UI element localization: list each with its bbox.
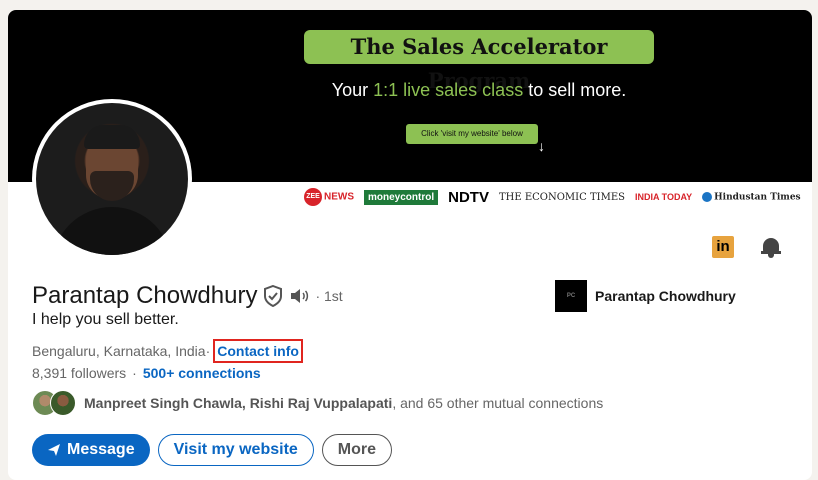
mutual-connections[interactable]: Manpreet Singh Chawla, Rishi Raj Vuppala… xyxy=(32,390,603,416)
profile-stats: 8,391 followers · 500+ connections xyxy=(32,365,261,381)
profile-actions: Message Visit my website More xyxy=(32,434,393,466)
banner-subtitle: Your 1:1 live sales class to sell more. xyxy=(304,80,654,101)
india-today-logo: INDIA TODAY xyxy=(634,192,693,202)
press-logos: ZEE NEWS moneycontrol NDTV THE ECONOMIC T… xyxy=(304,186,804,208)
banner-cta: Click 'visit my website' below xyxy=(406,124,538,144)
contact-info-link[interactable]: Contact info xyxy=(213,339,303,363)
ht-logo-mark xyxy=(702,191,713,202)
economic-times-logo: THE ECONOMIC TIMES xyxy=(498,191,625,203)
banner-arrow-icon: ↓ xyxy=(538,138,545,154)
profile-action-icons: in xyxy=(712,236,782,258)
hindustan-times-logo: Hindustan Times xyxy=(702,191,801,203)
mutual-rest: , and 65 other mutual connections xyxy=(392,395,604,411)
send-icon xyxy=(48,444,60,456)
followers-count[interactable]: 8,391 followers xyxy=(32,365,126,381)
company-logo: PC xyxy=(555,280,587,312)
current-company[interactable]: PC Parantap Chowdhury xyxy=(555,280,736,312)
banner-subtitle-highlight: 1:1 live sales class xyxy=(373,80,524,100)
mutual-avatars xyxy=(32,390,76,416)
connections-link[interactable]: 500+ connections xyxy=(143,365,261,381)
verified-shield-icon[interactable] xyxy=(263,285,283,307)
profile-photo-image xyxy=(36,103,188,255)
moneycontrol-logo: moneycontrol xyxy=(364,189,439,205)
profile-headline: I help you sell better. xyxy=(32,311,179,328)
ht-logo-text: Hindustan Times xyxy=(714,192,801,203)
profile-card: The Sales Accelerator Program Your 1:1 l… xyxy=(8,10,812,480)
profile-name-row: Parantap Chowdhury · 1st xyxy=(32,282,343,310)
profile-location: Bengaluru, Karnataka, India xyxy=(32,343,206,359)
zee-logo-mark: ZEE xyxy=(304,188,322,206)
banner-subtitle-before: Your xyxy=(331,80,374,100)
company-name: Parantap Chowdhury xyxy=(595,288,736,304)
linkedin-icon[interactable]: in xyxy=(712,236,734,258)
zee-logo-text: NEWS xyxy=(324,191,354,203)
mutual-avatar xyxy=(50,390,76,416)
visit-website-button[interactable]: Visit my website xyxy=(157,434,314,466)
pronunciation-speaker-icon[interactable] xyxy=(289,287,309,305)
mutual-names: Manpreet Singh Chawla, Rishi Raj Vuppala… xyxy=(84,395,393,411)
banner-title: The Sales Accelerator Program xyxy=(304,30,654,93)
profile-name: Parantap Chowdhury xyxy=(32,282,258,309)
more-button[interactable]: More xyxy=(321,434,393,466)
message-button[interactable]: Message xyxy=(32,434,150,466)
location-separator: · xyxy=(205,343,211,359)
profile-location-row: Bengaluru, Karnataka, India · Contact in… xyxy=(32,339,303,363)
connection-degree: · 1st xyxy=(315,288,343,304)
stats-separator: · xyxy=(132,365,137,381)
message-button-label: Message xyxy=(67,441,135,458)
mutual-connections-text: Manpreet Singh Chawla, Rishi Raj Vuppala… xyxy=(84,395,603,411)
zee-news-logo: ZEE NEWS xyxy=(304,188,354,206)
banner-subtitle-after: to sell more. xyxy=(523,80,627,100)
bell-icon[interactable] xyxy=(760,236,782,258)
profile-photo[interactable] xyxy=(32,99,192,259)
ndtv-logo: NDTV xyxy=(448,188,489,206)
